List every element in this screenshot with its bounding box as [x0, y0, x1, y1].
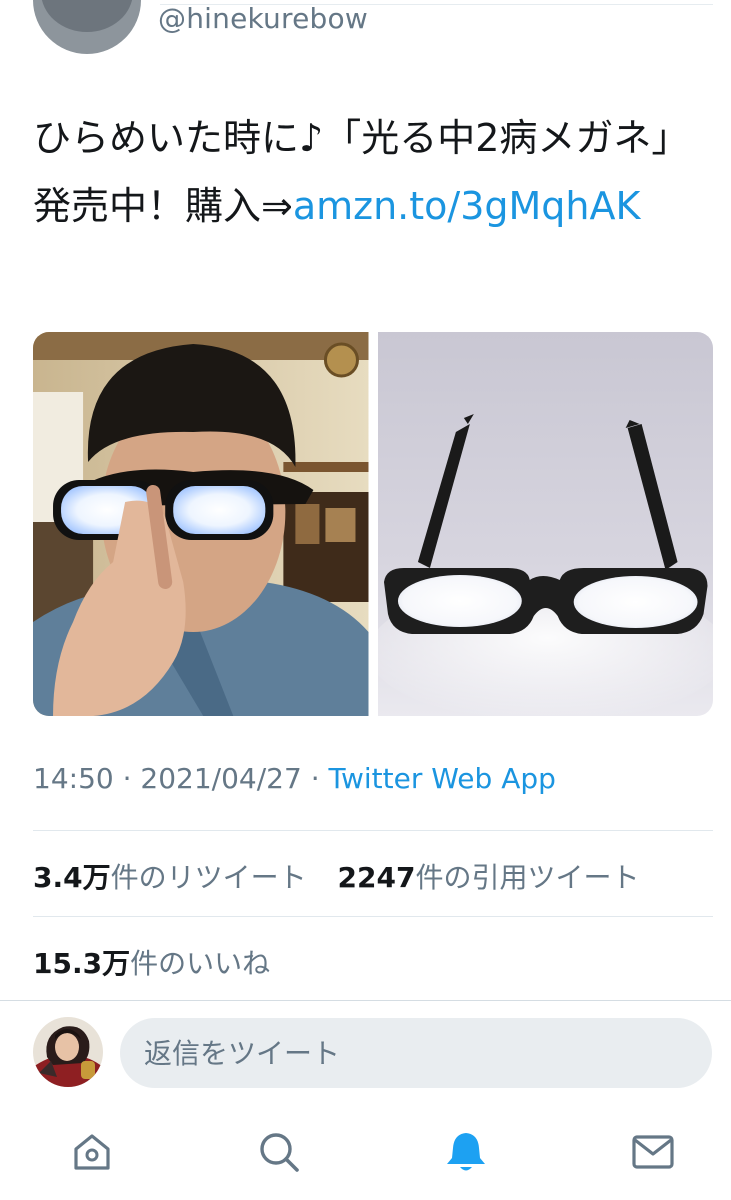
likes-label: 件のいいね	[130, 947, 271, 980]
meta-divider	[33, 830, 713, 831]
likes-stats-row: 15.3万件のいいね	[33, 942, 292, 982]
author-avatar[interactable]	[33, 0, 141, 54]
retweets-label: 件のリツイート	[110, 861, 307, 894]
reply-bar-divider	[0, 1000, 731, 1001]
nav-messages[interactable]	[629, 1128, 677, 1176]
meta-separator-1: ·	[113, 762, 141, 795]
tweet-text: ひらめいた時に♪「光る中2病メガネ」発売中！購入⇒amzn.to/3gMqhAK	[33, 104, 703, 240]
meta-separator-2: ·	[301, 762, 329, 795]
quotes-stat[interactable]: 2247件の引用ツイート	[338, 861, 640, 894]
tweet-media-grid	[33, 332, 713, 716]
likes-count: 15.3万	[33, 947, 131, 980]
tweet-date: 2021/04/27	[140, 762, 302, 795]
messages-envelope-icon	[632, 1135, 674, 1169]
nav-notifications[interactable]	[442, 1128, 490, 1176]
nav-search[interactable]	[255, 1128, 303, 1176]
stats-divider	[33, 916, 713, 917]
retweets-stat[interactable]: 3.4万件のリツイート	[33, 861, 307, 894]
search-icon	[260, 1133, 299, 1172]
tweet-time: 14:50	[33, 762, 114, 795]
bottom-nav	[0, 1112, 731, 1200]
quotes-label: 件の引用ツイート	[415, 861, 640, 894]
tweet-meta: 14:50 · 2021/04/27 · Twitter Web App	[33, 762, 556, 795]
likes-stat[interactable]: 15.3万件のいいね	[33, 947, 270, 980]
notifications-bell-icon	[447, 1133, 485, 1171]
retweets-count: 3.4万	[33, 861, 111, 894]
reply-input[interactable]	[120, 1018, 712, 1088]
retweet-stats-row: 3.4万件のリツイート 2247件の引用ツイート	[33, 856, 661, 896]
tweet-detail-page: @hinekurebow ひらめいた時に♪「光る中2病メガネ」発売中！購入⇒am…	[0, 0, 731, 1200]
photo-glowing-glasses-product[interactable]	[377, 332, 713, 716]
photo-person-wearing-glowing-glasses[interactable]	[33, 332, 369, 716]
current-user-avatar[interactable]	[33, 1017, 103, 1087]
tweet-source-app[interactable]: Twitter Web App	[329, 762, 556, 795]
nav-home[interactable]	[68, 1128, 116, 1176]
home-icon	[74, 1134, 110, 1170]
tweet-link[interactable]: amzn.to/3gMqhAK	[293, 184, 641, 228]
author-handle[interactable]: @hinekurebow	[158, 2, 368, 35]
quotes-count: 2247	[337, 861, 416, 894]
